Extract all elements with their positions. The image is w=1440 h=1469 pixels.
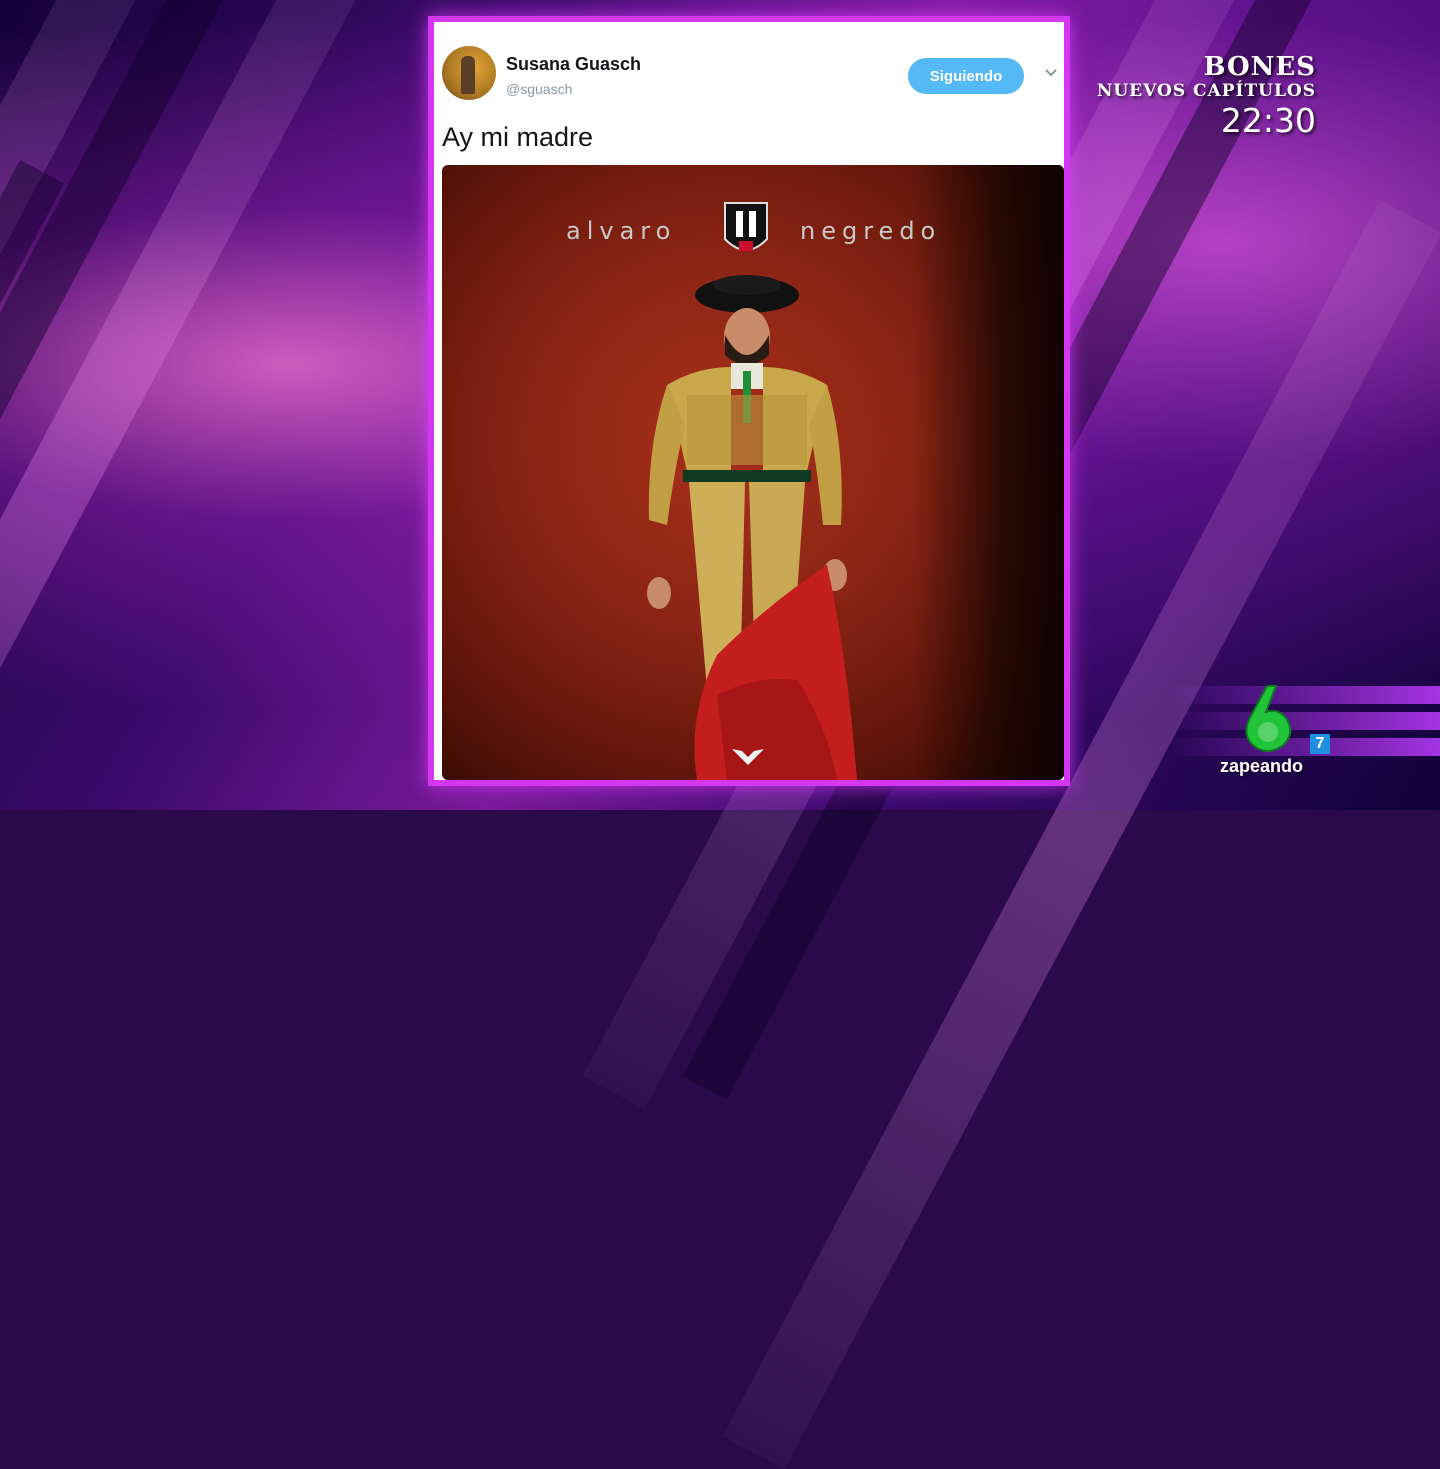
promo-time: 22:30 (1220, 101, 1316, 140)
following-button[interactable]: Siguiendo (908, 58, 1024, 94)
club-crest-icon (724, 202, 768, 251)
tweet-text: Ay mi madre (442, 122, 594, 152)
channel-six-logo (1245, 685, 1292, 752)
tweet-image[interactable]: alvaro negredo (442, 165, 1064, 780)
user-avatar[interactable] (442, 46, 496, 100)
channel-logo-area: 7 zapeando (1170, 668, 1440, 788)
photo-word-left: alvaro (566, 217, 677, 245)
promo-subtitle: NUEVOS CAPÍTULOS (1096, 81, 1316, 101)
logo-band (1170, 738, 1440, 756)
logo-band (1170, 686, 1440, 704)
author-handle[interactable]: @sguasch (506, 81, 572, 97)
logo-band (1170, 712, 1440, 730)
channel-brand: zapeando (1220, 756, 1304, 776)
matador-figure (647, 275, 857, 780)
tweet-card: Susana Guasch @sguasch Siguiendo Ay mi m… (428, 16, 1070, 786)
show-promo: BONES NUEVOS CAPÍTULOS 22:30 (1097, 53, 1316, 141)
channel-sub-badge: 7 (1310, 734, 1330, 754)
promo-show-title: BONES (1203, 52, 1316, 82)
photo-word-right: negredo (800, 217, 942, 245)
curtain-shadow (914, 165, 1064, 780)
chevron-down-icon[interactable] (1044, 66, 1058, 80)
author-name[interactable]: Susana Guasch (506, 54, 641, 75)
brand-wings-icon (732, 749, 764, 765)
